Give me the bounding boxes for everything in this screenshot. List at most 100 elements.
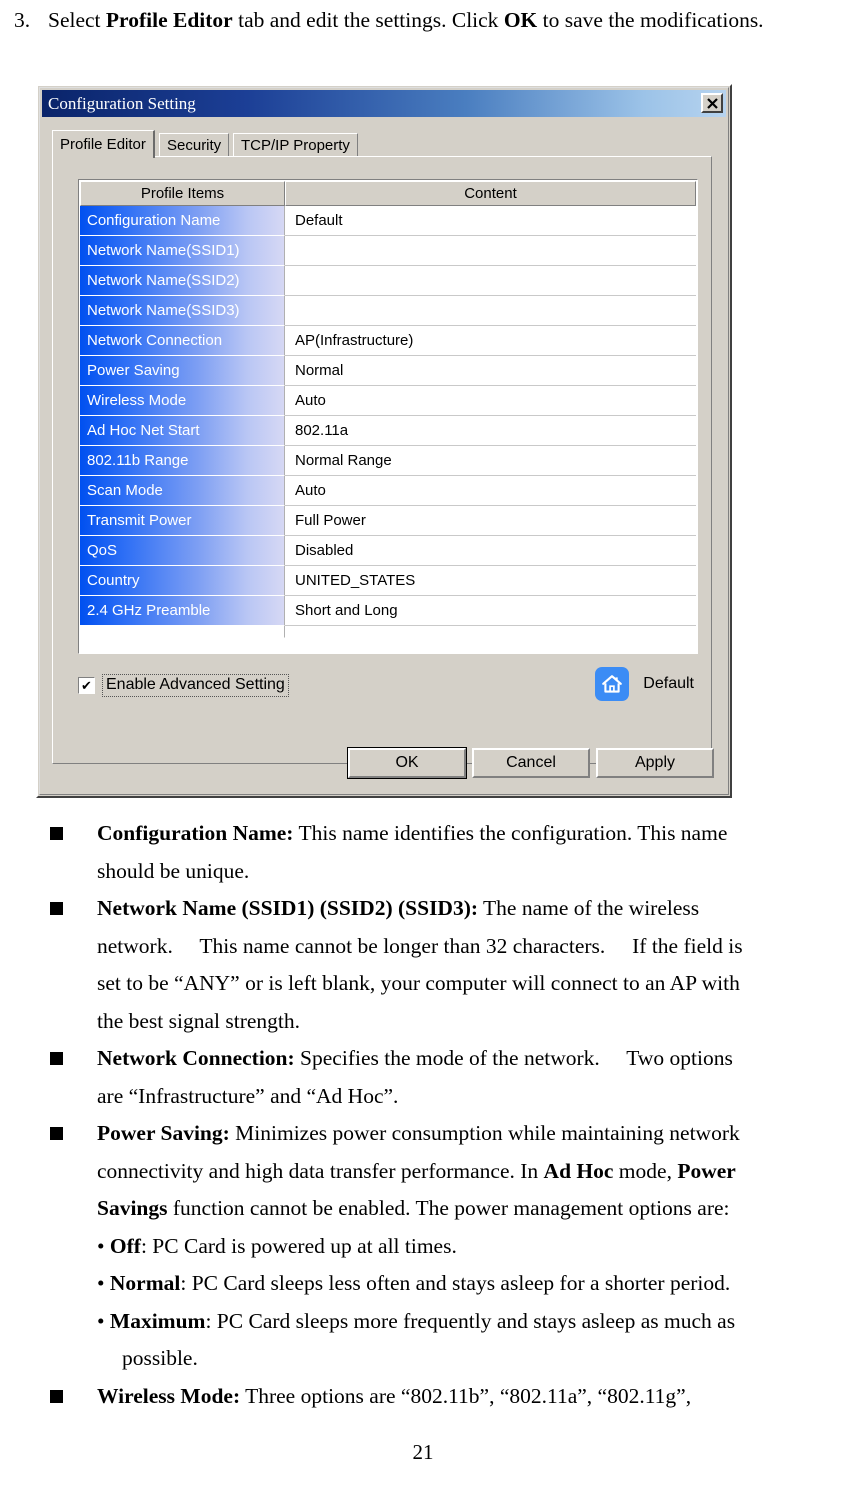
text-run: Specifies the mode of the network. Two o…: [295, 1046, 733, 1070]
text-run: This name identifies the configuration. …: [293, 821, 727, 845]
tab-security[interactable]: Security: [159, 133, 229, 156]
text-run: Minimizes power consumption while mainta…: [230, 1121, 740, 1145]
step-3: 3. Select Profile Editor tab and edit th…: [14, 2, 834, 38]
grid-empty-item-cell: [80, 626, 285, 638]
text-run: : PC Card sleeps more frequently and sta…: [205, 1309, 735, 1333]
text-bold: Power Saving:: [97, 1121, 230, 1145]
text-bold: Maximum: [110, 1309, 206, 1333]
text-bold: Ad Hoc: [544, 1159, 614, 1183]
ok-button[interactable]: OK: [348, 748, 466, 778]
bullet-continuation-line: the best signal strength.: [50, 1003, 846, 1041]
text-run: : PC Card is powered up at all times.: [141, 1234, 457, 1258]
table-row[interactable]: 802.11b RangeNormal Range: [80, 446, 696, 476]
grid-header-content[interactable]: Content: [285, 181, 696, 206]
text-bold: Profile Editor: [106, 8, 233, 32]
text-run: Three options are “802.11b”, “802.11a”, …: [240, 1384, 691, 1408]
profile-item-label[interactable]: Network Name(SSID1): [80, 236, 285, 266]
apply-button[interactable]: Apply: [596, 748, 714, 778]
home-icon[interactable]: [595, 667, 629, 701]
text-run: mode,: [613, 1159, 677, 1183]
grid-empty-row: [80, 626, 696, 638]
table-row[interactable]: Network Name(SSID2): [80, 266, 696, 296]
profile-item-value[interactable]: Short and Long: [285, 596, 696, 626]
table-row[interactable]: Configuration NameDefault: [80, 206, 696, 236]
tab-tcp-ip-property[interactable]: TCP/IP Property: [233, 133, 358, 156]
bullet-list: Configuration Name: This name identifies…: [50, 815, 846, 1415]
profile-item-value[interactable]: Auto: [285, 386, 696, 416]
profile-item-value[interactable]: Normal Range: [285, 446, 696, 476]
text-run: possible.: [122, 1346, 198, 1370]
enable-advanced-setting-checkbox[interactable]: ✔: [78, 677, 95, 694]
table-row[interactable]: Network Name(SSID1): [80, 236, 696, 266]
profile-item-value[interactable]: Normal: [285, 356, 696, 386]
bullet-continuation-line: network. This name cannot be longer than…: [50, 928, 846, 966]
profile-item-value[interactable]: Disabled: [285, 536, 696, 566]
profile-item-label[interactable]: Network Connection: [80, 326, 285, 356]
profile-item-label[interactable]: Transmit Power: [80, 506, 285, 536]
profile-item-value[interactable]: UNITED_STATES: [285, 566, 696, 596]
profile-item-value[interactable]: Full Power: [285, 506, 696, 536]
table-row[interactable]: Network Name(SSID3): [80, 296, 696, 326]
table-row[interactable]: Wireless ModeAuto: [80, 386, 696, 416]
profile-item-label[interactable]: 2.4 GHz Preamble: [80, 596, 285, 626]
dialog-footer-buttons: OKCancelApply: [52, 748, 712, 782]
bullet-item: Network Connection: Specifies the mode o…: [50, 1040, 846, 1078]
profile-item-label[interactable]: Configuration Name: [80, 206, 285, 236]
table-row[interactable]: Ad Hoc Net Start802.11a: [80, 416, 696, 446]
profile-item-label[interactable]: Network Name(SSID3): [80, 296, 285, 326]
text-run: The name of the wireless: [478, 896, 699, 920]
profile-item-value[interactable]: [285, 236, 696, 266]
grid-header-profile-items[interactable]: Profile Items: [80, 181, 285, 206]
step-number: 3.: [14, 2, 44, 38]
text-run: : PC Card sleeps less often and stays as…: [180, 1271, 730, 1295]
profile-item-value[interactable]: [285, 296, 696, 326]
profile-item-label[interactable]: Country: [80, 566, 285, 596]
profile-item-label[interactable]: Scan Mode: [80, 476, 285, 506]
profile-item-label[interactable]: QoS: [80, 536, 285, 566]
profile-item-label[interactable]: Wireless Mode: [80, 386, 285, 416]
profile-item-value[interactable]: 802.11a: [285, 416, 696, 446]
tab-profile-editor[interactable]: Profile Editor: [52, 130, 155, 158]
text-bold: Network Name (SSID1) (SSID2) (SSID3):: [97, 896, 478, 920]
text-bold: Normal: [110, 1271, 180, 1295]
default-button-group[interactable]: Default: [595, 667, 694, 701]
close-icon[interactable]: [701, 93, 723, 113]
table-row[interactable]: 2.4 GHz PreambleShort and Long: [80, 596, 696, 626]
table-row[interactable]: Scan ModeAuto: [80, 476, 696, 506]
bullet-continuation-line: • Maximum: PC Card sleeps more frequentl…: [50, 1303, 846, 1341]
step-text: Select Profile Editor tab and edit the s…: [48, 2, 834, 38]
square-bullet-icon: [50, 1052, 63, 1065]
bullet-item: Power Saving: Minimizes power consumptio…: [50, 1115, 846, 1153]
profile-item-label[interactable]: 802.11b Range: [80, 446, 285, 476]
default-label[interactable]: Default: [643, 675, 694, 693]
profile-item-label[interactable]: Power Saving: [80, 356, 285, 386]
dialog-titlebar[interactable]: Configuration Setting: [42, 90, 726, 117]
text-run: the best signal strength.: [97, 1009, 300, 1033]
enable-advanced-setting-label[interactable]: Enable Advanced Setting: [102, 674, 289, 697]
bullet-continuation-line: • Off: PC Card is powered up at all time…: [50, 1228, 846, 1266]
profile-item-value[interactable]: [285, 266, 696, 296]
profile-item-value[interactable]: Default: [285, 206, 696, 236]
text-run: tab and edit the settings. Click: [233, 8, 504, 32]
table-row[interactable]: QoSDisabled: [80, 536, 696, 566]
table-row[interactable]: Power SavingNormal: [80, 356, 696, 386]
bullet-continuation-line: should be unique.: [50, 853, 846, 891]
profile-item-label[interactable]: Network Name(SSID2): [80, 266, 285, 296]
text-bold: Off: [110, 1234, 141, 1258]
grid-header-row: Profile Items Content: [80, 181, 696, 206]
profile-items-grid[interactable]: Profile Items Content Configuration Name…: [78, 179, 698, 654]
table-row[interactable]: CountryUNITED_STATES: [80, 566, 696, 596]
profile-item-value[interactable]: AP(Infrastructure): [285, 326, 696, 356]
profile-item-label[interactable]: Ad Hoc Net Start: [80, 416, 285, 446]
table-row[interactable]: Transmit PowerFull Power: [80, 506, 696, 536]
profile-item-value[interactable]: Auto: [285, 476, 696, 506]
bullet-continuation-line: connectivity and high data transfer perf…: [50, 1153, 846, 1191]
text-bold: Configuration Name:: [97, 821, 293, 845]
table-row[interactable]: Network ConnectionAP(Infrastructure): [80, 326, 696, 356]
cancel-button[interactable]: Cancel: [472, 748, 590, 778]
square-bullet-icon: [50, 1390, 63, 1403]
grid-empty-content-cell: [285, 626, 696, 638]
tabstrip: Profile EditorSecurityTCP/IP Property: [52, 130, 712, 156]
text-run: should be unique.: [97, 859, 249, 883]
bullet-continuation-line: set to be “ANY” or is left blank, your c…: [50, 965, 846, 1003]
